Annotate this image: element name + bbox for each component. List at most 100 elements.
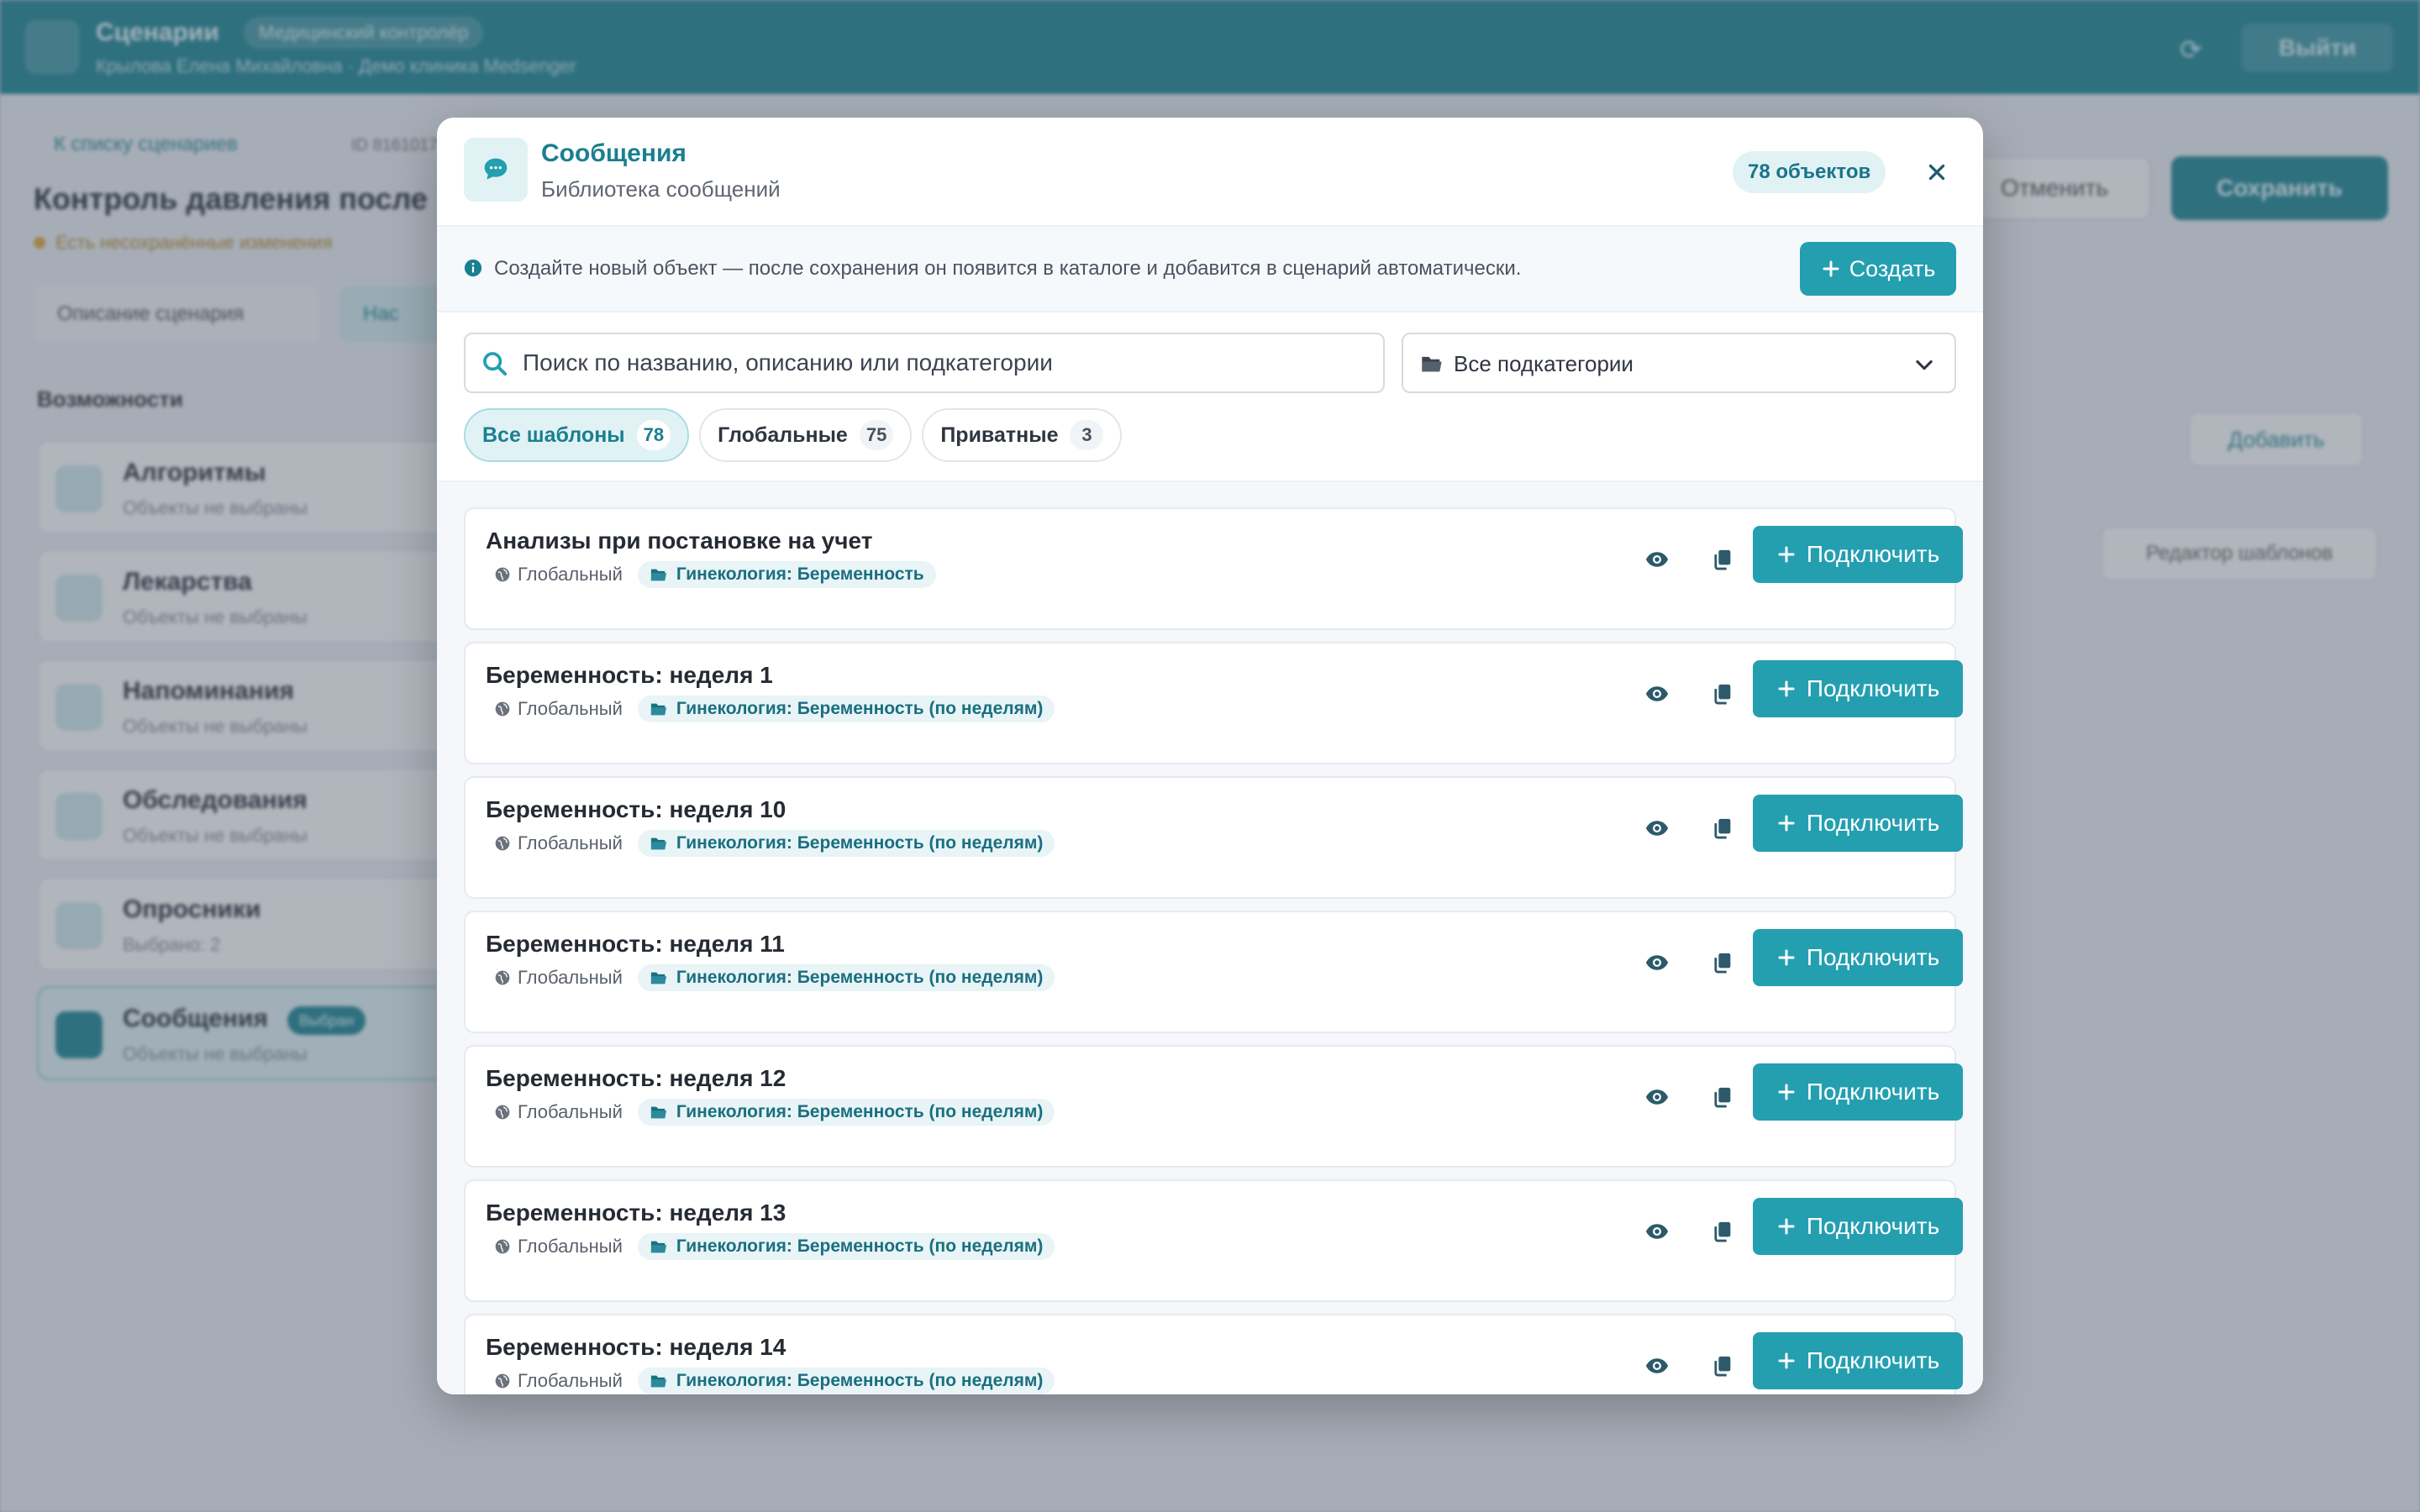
category-label: Гинекология: Беременность (по неделям) [676,968,1044,987]
modal-header: Сообщения Библиотека сообщений 78 объект… [437,118,1983,225]
filter-label: Глобальные [718,423,848,447]
item-meta: Глобальный Гинекология: Беременность (по… [486,696,1055,722]
plus-icon [1778,1352,1795,1369]
template-list[interactable]: Анализы при постановке на учет Глобальны… [437,480,1983,1394]
category-tag: Гинекология: Беременность (по неделям) [637,1233,1055,1260]
eye-icon[interactable] [1639,944,1676,981]
item-title: Беременность: неделя 11 [486,931,785,957]
category-label: Гинекология: Беременность (по неделям) [676,1102,1044,1121]
folder-icon [650,1241,666,1253]
subcategory-value: Все подкатегории [1454,351,1634,376]
eye-icon[interactable] [1639,1347,1676,1384]
search-box[interactable] [464,333,1385,393]
connect-label: Подключить [1806,1079,1940,1105]
list-item: Беременность: неделя 12 Глобальный Гинек… [464,1045,1963,1168]
item-title: Беременность: неделя 13 [486,1200,786,1226]
filter-private[interactable]: Приватные 3 [922,408,1123,462]
modal-title: Сообщения [541,139,687,167]
scope-label: Глобальный [518,967,623,988]
filter-all[interactable]: Все шаблоны 78 [464,408,690,462]
copy-icon[interactable] [1704,675,1741,712]
item-meta: Глобальный Гинекология: Беременность (по… [486,1368,1055,1394]
connect-label: Подключить [1806,810,1940,836]
copy-icon[interactable] [1704,1347,1741,1384]
list-item: Беременность: неделя 10 Глобальный Гинек… [464,776,1963,899]
scope-tag: Глобальный [486,831,629,856]
filter-count: 75 [859,420,894,450]
plus-icon [1778,815,1795,832]
folder-icon [650,972,666,984]
category-tag: Гинекология: Беременность (по неделям) [637,1099,1055,1126]
category-tag: Гинекология: Беременность (по неделям) [637,696,1055,722]
list-item: Беременность: неделя 11 Глобальный Гинек… [464,911,1963,1033]
folder-icon [650,1106,666,1119]
connect-button[interactable]: Подключить [1753,929,1963,986]
plus-icon [1778,1084,1795,1100]
item-meta: Глобальный Гинекология: Беременность (по… [486,830,1055,857]
scope-tag: Глобальный [486,1234,629,1259]
category-tag: Гинекология: Беременность (по неделям) [637,1368,1055,1394]
plus-icon [1778,546,1795,563]
copy-icon[interactable] [1704,1079,1741,1116]
item-title: Беременность: неделя 1 [486,662,773,688]
info-text: Создайте новый объект — после сохранения… [494,257,1522,280]
connect-button[interactable]: Подключить [1753,795,1963,852]
category-label: Гинекология: Беременность (по неделям) [676,699,1044,718]
scope-label: Глобальный [518,1101,623,1122]
chevron-down-icon [1916,360,1933,370]
create-button[interactable]: Создать [1800,242,1956,296]
filter-count: 78 [636,420,671,450]
filter-global[interactable]: Глобальные 75 [699,408,913,462]
search-input[interactable] [523,334,1371,391]
connect-button[interactable]: Подключить [1753,526,1963,583]
connect-label: Подключить [1806,541,1940,567]
filter-pills: Все шаблоны 78 Глобальные 75 Приватные 3 [464,408,1123,464]
plus-icon [1823,260,1839,277]
eye-icon[interactable] [1639,541,1676,578]
page: Сценарии Медицинский контролёр Крылова Е… [0,0,2420,1512]
connect-button[interactable]: Подключить [1753,1198,1963,1255]
item-meta: Глобальный Гинекология: Беременность [486,561,936,588]
item-meta: Глобальный Гинекология: Беременность (по… [486,1233,1055,1260]
category-label: Гинекология: Беременность (по неделям) [676,833,1044,853]
item-title: Беременность: неделя 10 [486,796,786,822]
copy-icon[interactable] [1704,944,1741,981]
subcategory-select[interactable]: Все подкатегории [1402,333,1956,393]
scope-tag: Глобальный [486,965,629,990]
eye-icon[interactable] [1639,1079,1676,1116]
eye-icon[interactable] [1639,810,1676,847]
copy-icon[interactable] [1704,1213,1741,1250]
create-label: Создать [1849,255,1936,281]
scope-tag: Глобальный [486,696,629,722]
globe-icon [495,970,510,985]
connect-button[interactable]: Подключить [1753,1332,1963,1389]
globe-icon [495,1373,510,1389]
list-item: Беременность: неделя 1 Глобальный Гинеко… [464,642,1963,764]
scope-tag: Глобальный [486,1368,629,1394]
scope-label: Глобальный [518,1370,623,1391]
category-tag: Гинекология: Беременность (по неделям) [637,830,1055,857]
scope-label: Глобальный [518,832,623,853]
globe-icon [495,1105,510,1120]
item-title: Анализы при постановке на учет [486,528,873,554]
item-meta: Глобальный Гинекология: Беременность (по… [486,1099,1055,1126]
connect-button[interactable]: Подключить [1753,1063,1963,1121]
folder-icon [650,1375,666,1388]
category-tag: Гинекология: Беременность [637,561,936,588]
plus-icon [1778,949,1795,966]
connect-button[interactable]: Подключить [1753,660,1963,717]
copy-icon[interactable] [1704,541,1741,578]
info-bar: Создайте новый объект — после сохранения… [437,225,1983,312]
copy-icon[interactable] [1704,810,1741,847]
eye-icon[interactable] [1639,675,1676,712]
item-title: Беременность: неделя 14 [486,1334,786,1360]
close-icon[interactable] [1918,153,1956,192]
category-label: Гинекология: Беременность (по неделям) [676,1236,1044,1256]
scope-label: Глобальный [518,564,623,585]
scope-label: Глобальный [518,1236,623,1257]
connect-label: Подключить [1806,944,1940,970]
plus-icon [1778,680,1795,697]
eye-icon[interactable] [1639,1213,1676,1250]
info-icon [464,259,482,277]
globe-icon [495,836,510,851]
